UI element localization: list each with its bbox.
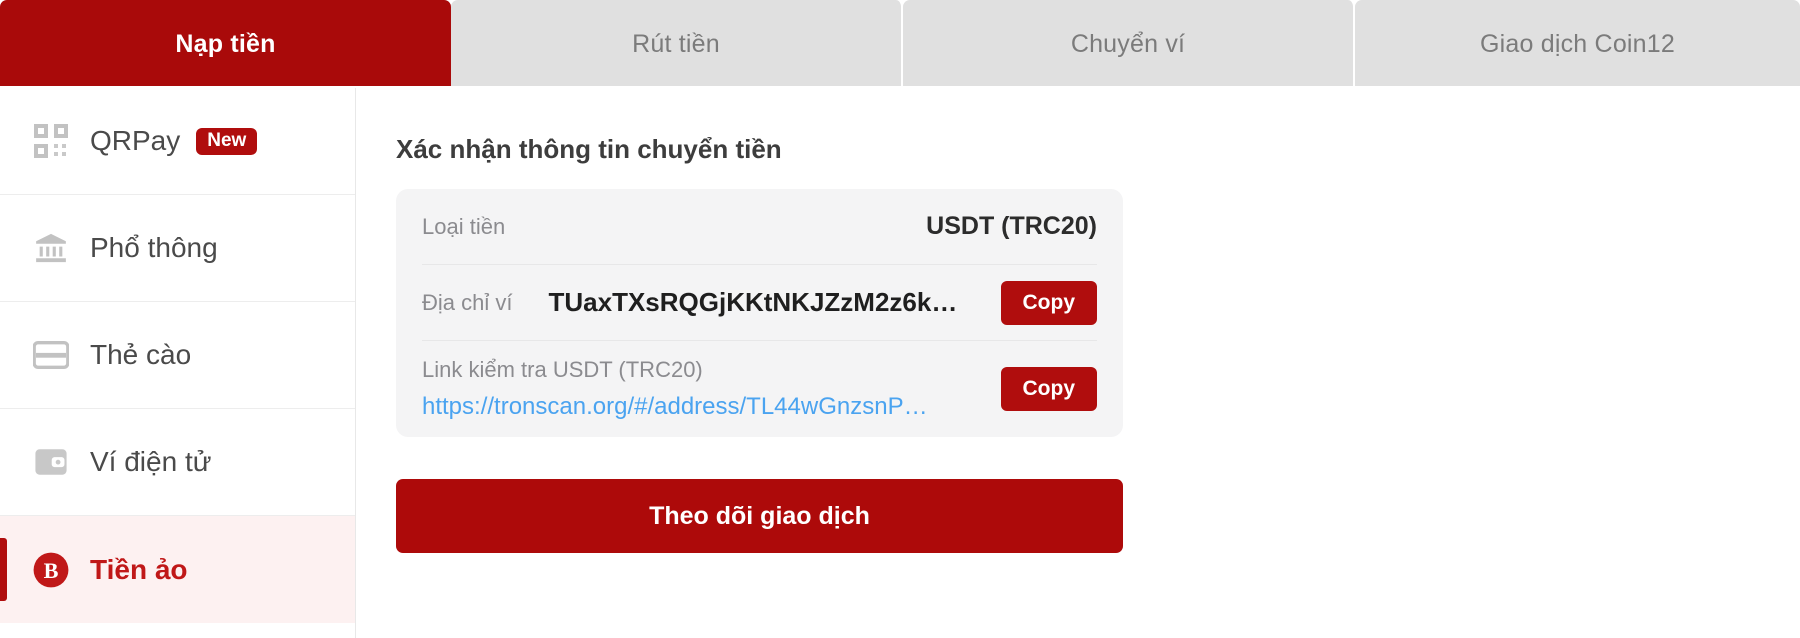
row-currency: Loại tiền USDT (TRC20) xyxy=(422,189,1097,265)
page-title: Xác nhận thông tin chuyển tiền xyxy=(396,134,782,164)
wallet-icon xyxy=(30,441,72,483)
check-link-label: Link kiểm tra USDT (TRC20) xyxy=(422,357,703,382)
tab-nap-tien[interactable]: Nạp tiền xyxy=(0,0,451,88)
row-check-link: Link kiểm tra USDT (TRC20) https://trons… xyxy=(422,341,1097,437)
track-transaction-button[interactable]: Theo dõi giao dịch xyxy=(396,479,1123,553)
new-badge: New xyxy=(196,127,258,155)
copy-address-button[interactable]: Copy xyxy=(1000,280,1097,325)
tab-label: Chuyển ví xyxy=(1070,29,1186,58)
currency-label: Loại tiền xyxy=(422,213,506,239)
tab-chuyen-vi[interactable]: Chuyển ví xyxy=(903,0,1355,88)
transfer-info-card: Loại tiền USDT (TRC20) Địa chỉ ví TUaxTX… xyxy=(396,189,1123,437)
sidebar-item-the-cao[interactable]: Thẻ cào xyxy=(0,302,355,409)
sidebar-item-label: QRPay xyxy=(90,125,181,156)
deposit-page: Nạp tiền Rút tiền Chuyển ví Giao dịch Co… xyxy=(0,0,1800,638)
card-icon xyxy=(30,334,72,376)
payment-method-sidebar: QRPay New Phổ thông Thẻ cào Ví điện tử B… xyxy=(0,88,356,638)
tab-label: Giao dịch Coin12 xyxy=(1480,29,1675,58)
bank-icon xyxy=(30,227,72,269)
wallet-address-label: Địa chỉ ví xyxy=(422,289,513,315)
page-body: QRPay New Phổ thông Thẻ cào Ví điện tử B… xyxy=(0,88,1800,638)
tronscan-link[interactable]: https://tronscan.org/#/address/TL44wGnzs… xyxy=(422,393,928,421)
tab-label: Nạp tiền xyxy=(175,29,276,58)
svg-text:B: B xyxy=(44,558,59,583)
sidebar-item-label: Thẻ cào xyxy=(90,339,192,370)
main-panel: Xác nhận thông tin chuyển tiền Loại tiền… xyxy=(356,88,1800,638)
tab-giao-dich-coin12[interactable]: Giao dịch Coin12 xyxy=(1355,0,1800,88)
sidebar-item-label: Phổ thông xyxy=(90,232,218,263)
tab-label: Rút tiền xyxy=(632,29,720,58)
main-tabbar: Nạp tiền Rút tiền Chuyển ví Giao dịch Co… xyxy=(0,0,1800,88)
sidebar-item-label: Tiền ảo xyxy=(90,553,188,585)
sidebar-item-label: Ví điện tử xyxy=(90,446,212,477)
wallet-address-value: TUaxTXsRQGjKKtNKJZzM2z6k5nY… xyxy=(548,287,967,317)
qr-code-icon xyxy=(30,120,72,162)
sidebar-item-tien-ao[interactable]: B Tiền ảo xyxy=(0,516,355,623)
sidebar-item-vi-dien-tu[interactable]: Ví điện tử xyxy=(0,409,355,516)
tab-rut-tien[interactable]: Rút tiền xyxy=(451,0,903,88)
sidebar-item-pho-thong[interactable]: Phổ thông xyxy=(0,195,355,302)
row-wallet-address: Địa chỉ ví TUaxTXsRQGjKKtNKJZzM2z6k5nY… … xyxy=(422,265,1097,341)
bitcoin-icon: B xyxy=(30,549,72,591)
sidebar-item-qrpay[interactable]: QRPay New xyxy=(0,88,355,195)
copy-link-button[interactable]: Copy xyxy=(1000,367,1097,411)
currency-value: USDT (TRC20) xyxy=(926,212,1097,240)
